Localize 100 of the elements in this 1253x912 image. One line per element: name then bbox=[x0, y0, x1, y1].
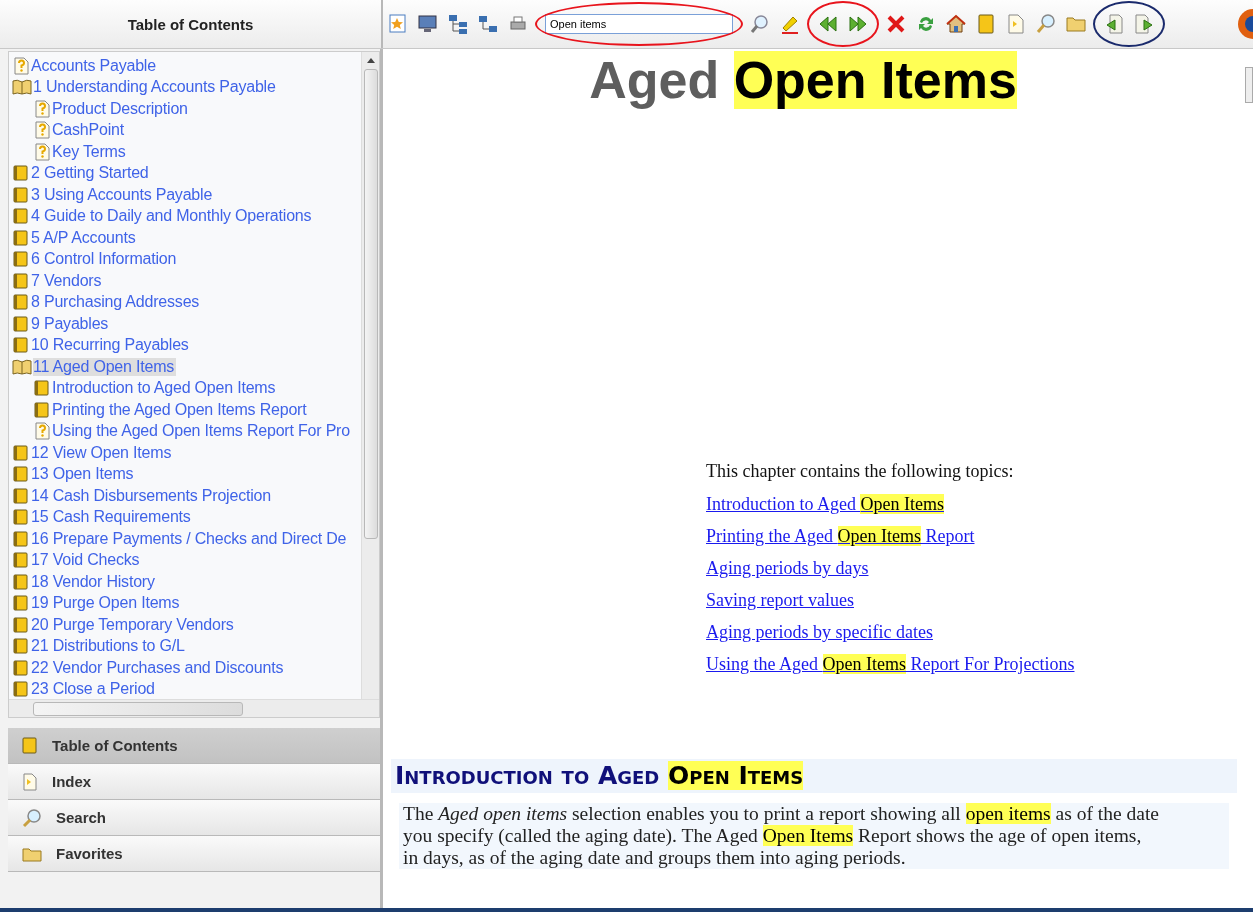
close-button[interactable] bbox=[885, 13, 907, 35]
book-icon bbox=[12, 336, 30, 355]
scroll-up-arrow-icon bbox=[366, 58, 375, 63]
search-icon bbox=[1035, 13, 1057, 35]
tree-icon bbox=[447, 13, 469, 35]
nav-tab[interactable]: Search bbox=[8, 800, 380, 836]
book-icon bbox=[12, 615, 30, 634]
book-icon bbox=[12, 508, 30, 527]
tree-item[interactable]: 6 Control Information bbox=[31, 250, 179, 269]
tree-item[interactable]: 22 Vendor Purchases and Discounts bbox=[31, 658, 286, 677]
book-icon bbox=[12, 293, 30, 312]
tree-item[interactable]: 23 Close a Period bbox=[31, 680, 157, 699]
tree-item[interactable]: 4 Guide to Daily and Monthly Operations bbox=[31, 207, 314, 226]
double-left-arrow-button[interactable] bbox=[817, 13, 839, 35]
monitor-button[interactable] bbox=[417, 13, 439, 35]
open-book-icon bbox=[12, 357, 32, 376]
nav-tab[interactable]: Table of Contents bbox=[8, 728, 380, 764]
tree-item[interactable]: Key Terms bbox=[52, 142, 128, 161]
search-button[interactable] bbox=[1035, 13, 1057, 35]
tree-item[interactable]: 21 Distributions to G/L bbox=[31, 637, 187, 656]
home-icon bbox=[945, 13, 967, 35]
tree-item[interactable]: 7 Vendors bbox=[31, 271, 104, 290]
tree-item[interactable]: 20 Purge Temporary Vendors bbox=[31, 615, 236, 634]
vertical-scrollbar[interactable] bbox=[361, 52, 379, 699]
tree-item[interactable]: 16 Prepare Payments / Checks and Direct De bbox=[31, 529, 349, 548]
book-icon bbox=[12, 594, 30, 613]
search-field[interactable]: Open items bbox=[545, 14, 733, 34]
tree-item[interactable]: Accounts Payable bbox=[31, 56, 158, 75]
horizontal-scrollbar[interactable] bbox=[9, 699, 379, 717]
book-icon bbox=[12, 185, 30, 204]
tree-item[interactable]: 1 Understanding Accounts Payable bbox=[33, 78, 278, 97]
topic-link[interactable]: Printing the Aged Open Items Report bbox=[706, 526, 975, 547]
book-icon bbox=[33, 400, 51, 419]
help-page-icon bbox=[12, 56, 30, 75]
book-icon bbox=[12, 680, 30, 699]
book-icon bbox=[12, 314, 30, 333]
tree-item[interactable]: Introduction to Aged Open Items bbox=[52, 379, 278, 398]
book-icon bbox=[12, 164, 30, 183]
tree-item[interactable]: 8 Purchasing Addresses bbox=[31, 293, 202, 312]
tree-item[interactable]: Printing the Aged Open Items Report bbox=[52, 400, 309, 419]
tree-item[interactable]: 2 Getting Started bbox=[31, 164, 151, 183]
home-button[interactable] bbox=[945, 13, 967, 35]
book-icon bbox=[12, 465, 30, 484]
help-page-icon bbox=[33, 422, 51, 441]
tree-button[interactable] bbox=[477, 13, 499, 35]
folder-icon bbox=[22, 845, 42, 862]
book-icon bbox=[12, 443, 30, 462]
tree-item[interactable]: CashPoint bbox=[52, 121, 127, 140]
book-icon bbox=[12, 572, 30, 591]
star-page-icon bbox=[387, 13, 409, 35]
tree-item[interactable]: 14 Cash Disbursements Projection bbox=[31, 486, 273, 505]
tree-item[interactable]: 18 Vendor History bbox=[31, 572, 157, 591]
search-icon bbox=[22, 807, 42, 828]
tree-item[interactable]: 5 A/P Accounts bbox=[31, 228, 138, 247]
close-icon bbox=[885, 13, 907, 35]
tree-item[interactable]: 19 Purge Open Items bbox=[31, 594, 182, 613]
next-page-button[interactable] bbox=[1133, 13, 1155, 35]
book-icon bbox=[12, 228, 30, 247]
book-icon bbox=[12, 637, 30, 656]
help-page-icon bbox=[33, 121, 51, 140]
nav-tab[interactable]: Favorites bbox=[8, 836, 380, 872]
tree-item[interactable]: Using the Aged Open Items Report For Pro bbox=[52, 422, 352, 441]
book-icon bbox=[975, 13, 997, 35]
tree-item[interactable]: Product Description bbox=[52, 99, 190, 118]
tree-icon bbox=[477, 13, 499, 35]
search-icon bbox=[749, 13, 771, 35]
tree-item[interactable]: 11 Aged Open Items bbox=[33, 357, 177, 376]
topic-link[interactable]: Using the Aged Open Items Report For Projections bbox=[706, 654, 1075, 675]
tree-item[interactable]: 3 Using Accounts Payable bbox=[31, 185, 215, 204]
tree-item[interactable]: 12 View Open Items bbox=[31, 443, 174, 462]
tree-item[interactable]: 13 Open Items bbox=[31, 465, 136, 484]
book-button[interactable] bbox=[975, 13, 997, 35]
nav-tab[interactable]: Index bbox=[8, 764, 380, 800]
book-icon bbox=[33, 379, 51, 398]
tree-item[interactable]: 9 Payables bbox=[31, 314, 111, 333]
book-icon bbox=[12, 271, 30, 290]
book-icon bbox=[12, 551, 30, 570]
tree-item[interactable]: 10 Recurring Payables bbox=[31, 336, 191, 355]
globe-logo-icon bbox=[1237, 9, 1253, 39]
section-heading: Introduction to Aged Open Items bbox=[391, 759, 1237, 793]
star-page-button[interactable] bbox=[387, 13, 409, 35]
topic-link[interactable]: Aging periods by days bbox=[706, 558, 869, 579]
scrollbar-button[interactable] bbox=[1245, 67, 1253, 103]
double-right-arrow-icon bbox=[847, 13, 869, 35]
monitor-icon bbox=[417, 13, 439, 35]
tree-item[interactable]: 17 Void Checks bbox=[31, 551, 142, 570]
topic-link[interactable]: Introduction to Aged Open Items bbox=[706, 494, 944, 515]
help-page-icon bbox=[33, 99, 51, 118]
next-page-icon bbox=[1133, 13, 1155, 35]
topic-link[interactable]: Aging periods by specific dates bbox=[706, 622, 933, 643]
search-button[interactable] bbox=[749, 13, 771, 35]
page-icon bbox=[22, 772, 38, 791]
tree-button[interactable] bbox=[447, 13, 469, 35]
double-left-arrow-icon bbox=[817, 13, 839, 35]
book-icon bbox=[12, 250, 30, 269]
tree-item[interactable]: 15 Cash Requirements bbox=[31, 508, 193, 527]
intro-text: This chapter contains the following topics: bbox=[706, 461, 1015, 482]
topic-link[interactable]: Saving report values bbox=[706, 590, 854, 611]
double-right-arrow-button[interactable] bbox=[847, 13, 869, 35]
book-icon bbox=[12, 529, 30, 548]
